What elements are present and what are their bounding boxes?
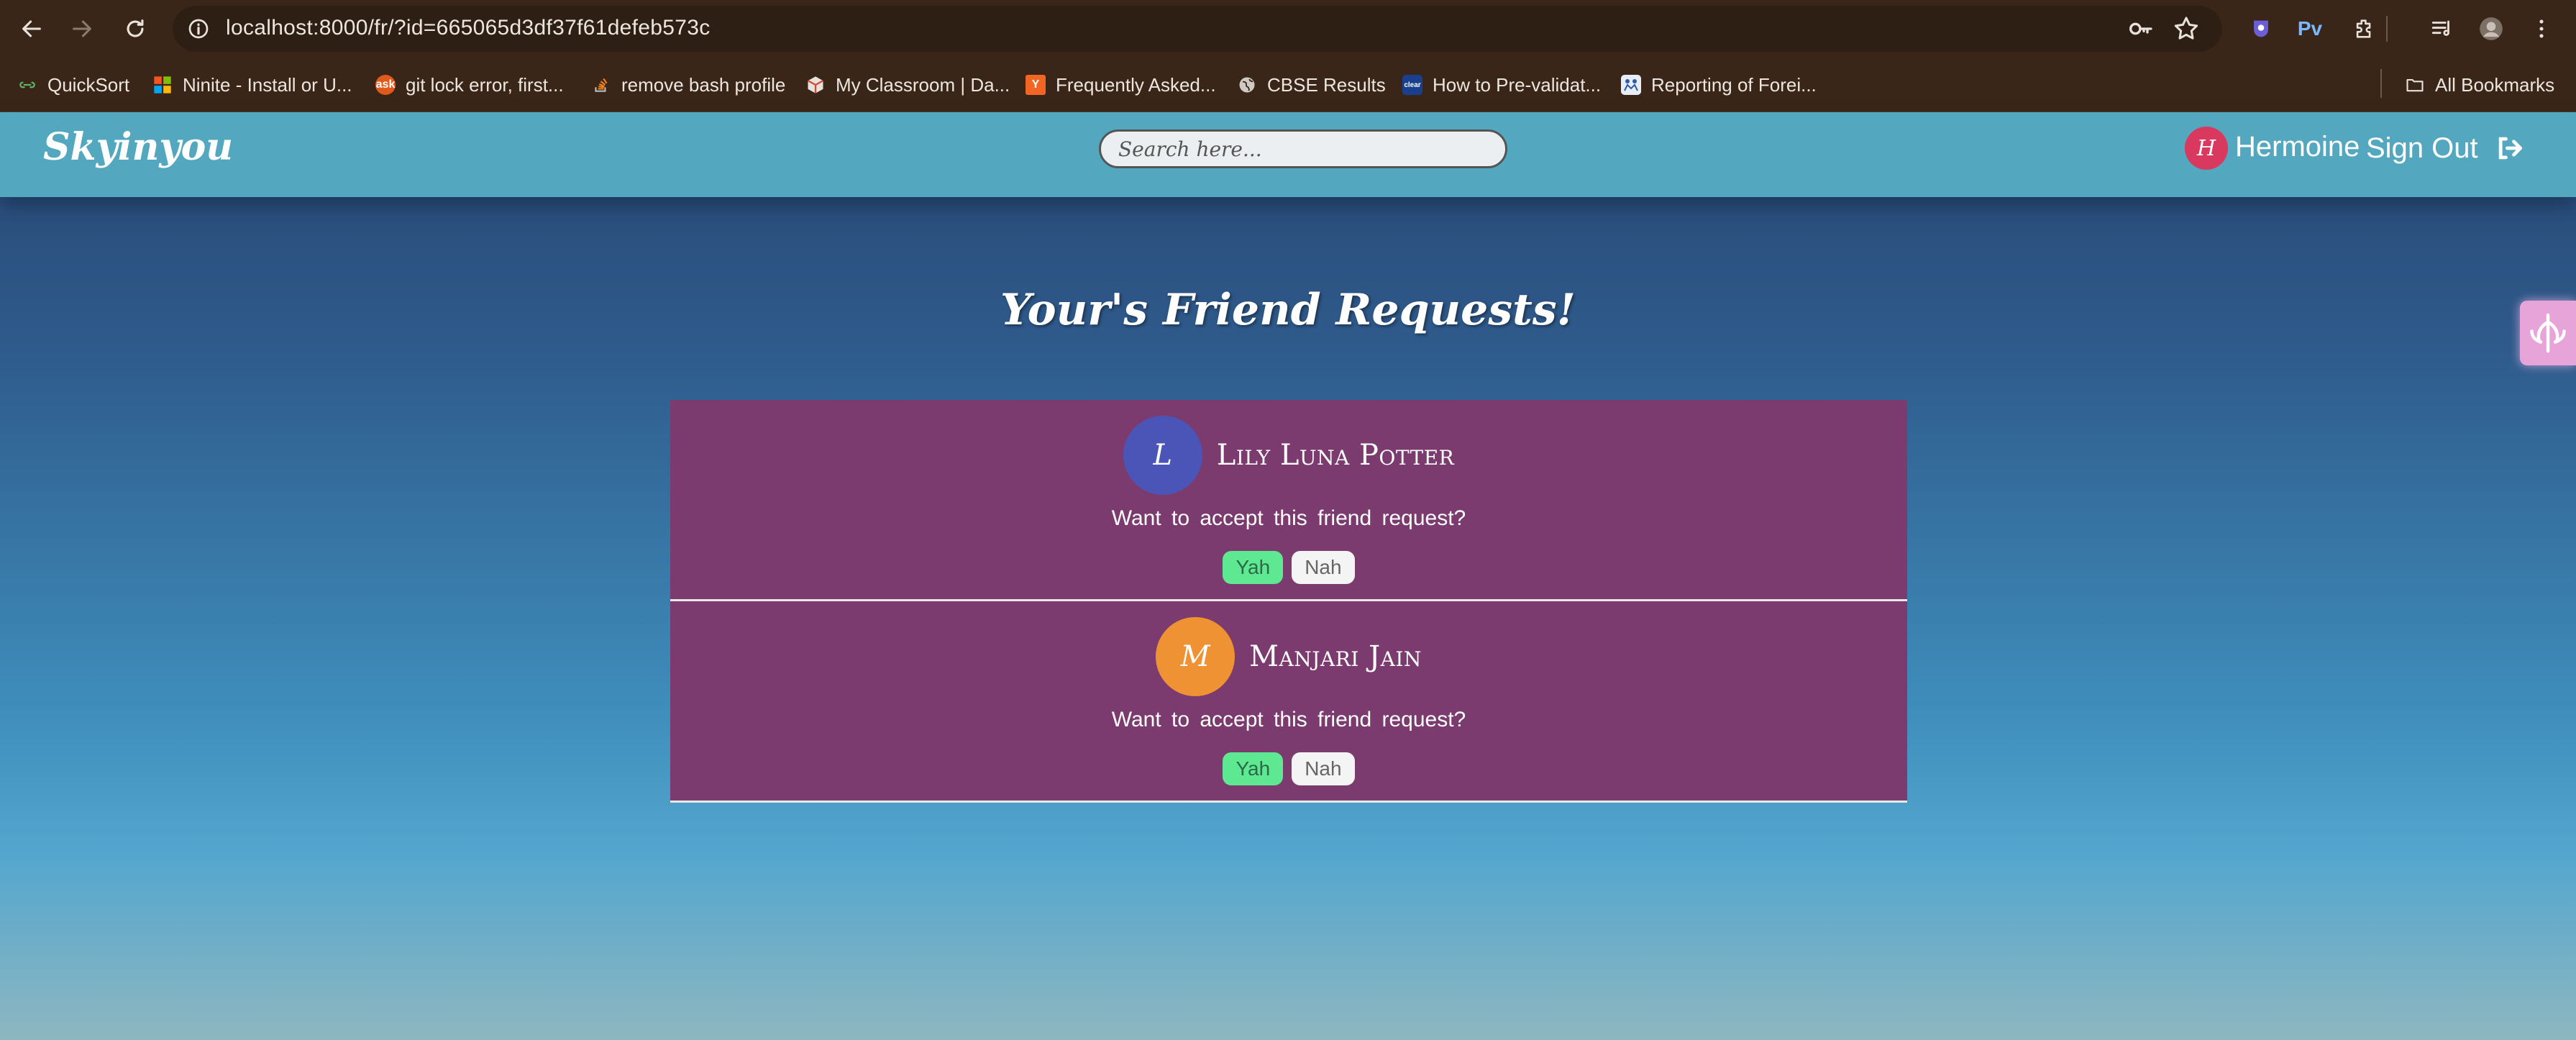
link-icon [17,75,37,95]
address-bar[interactable]: localhost:8000/fr/?id=665065d3df37f61def… [173,6,2222,52]
bookmark-item[interactable]: My Classroom | Da... [805,72,1010,98]
bookmark-star-icon[interactable] [2172,14,2201,43]
request-prompt: Want to accept this friend request? [1111,506,1466,530]
reject-button[interactable]: Nah [1292,551,1355,584]
reload-icon [127,19,144,37]
bookmark-item[interactable]: remove bash profile [591,72,785,98]
privacy-extension-icon[interactable] [2245,13,2277,45]
bookmarks-divider [2380,69,2382,98]
request-actions: Yah Nah [670,752,1907,785]
friend-request-card: L Lily Luna Potter Want to accept this f… [670,400,1907,601]
url-text[interactable]: localhost:8000/fr/?id=665065d3df37f61def… [226,16,711,40]
back-arrow-icon [22,20,41,37]
request-header: M Manjari Jain [670,617,1907,696]
bookmark-item[interactable]: Ninite - Install or U... [152,72,352,98]
menu-icon[interactable] [2526,13,2557,45]
windows-icon [152,75,173,95]
puzzle-icon[interactable] [2349,13,2380,45]
cleartax-icon: clear [1402,75,1422,95]
forward-arrow-icon [73,20,91,37]
back-button[interactable] [13,10,50,47]
bookmark-item[interactable]: Reporting of Forei... [1621,72,1817,98]
avatar[interactable]: H [2185,127,2228,170]
sign-out-icon[interactable] [2494,132,2529,164]
request-header: L Lily Luna Potter [670,416,1907,495]
friend-request-card: M Manjari Jain Want to accept this frien… [670,601,1907,803]
avatar: L [1123,416,1202,495]
y-icon: Y [1026,75,1046,95]
avatar: M [1156,617,1236,696]
request-actions: Yah Nah [670,551,1907,584]
accept-button[interactable]: Yah [1223,752,1284,785]
page-title: Your's Friend Requests! [1000,285,1576,335]
site-info-icon[interactable] [184,14,213,43]
media-icon[interactable] [2426,13,2458,45]
requester-name: Manjari Jain [1249,640,1422,673]
forward-button[interactable] [63,10,101,47]
friend-request-list: L Lily Luna Potter Want to accept this f… [670,400,1907,803]
bookmark-item[interactable]: QuickSort [17,72,129,98]
reject-button[interactable]: Nah [1292,752,1355,785]
page-body: Skyinyou H Hermoine Sign Out Your's Frie… [0,112,2576,1040]
sign-out-link[interactable]: Sign Out [2366,132,2478,165]
box-icon [805,75,826,95]
org-icon [1621,75,1641,95]
bookmark-item[interactable]: ask git lock error, first... [375,72,564,98]
stackoverflow-icon [591,75,611,95]
request-prompt: Want to accept this friend request? [1111,708,1466,731]
globe-icon [1237,75,1257,95]
pv-icon[interactable]: Pv [2294,13,2326,45]
reload-button[interactable] [117,10,154,47]
user-name[interactable]: Hermoine [2235,131,2360,163]
accept-button[interactable]: Yah [1223,551,1284,584]
requester-name: Lily Luna Potter [1216,439,1455,472]
browser-toolbar: localhost:8000/fr/?id=665065d3df37f61def… [0,0,2576,58]
bookmark-item[interactable]: clear How to Pre-validat... [1402,72,1601,98]
bookmark-item[interactable]: Y Frequently Asked... [1026,72,1216,98]
ask-icon: ask [375,75,396,95]
bookmarks-bar: QuickSort Ninite - Install or U... ask g… [0,58,2576,112]
brand-logo[interactable]: Skyinyou [43,125,233,169]
search-box [1099,129,1507,168]
all-bookmarks-folder[interactable]: All Bookmarks [2405,72,2554,98]
bookmark-item[interactable]: CBSE Results [1237,72,1386,98]
search-input[interactable] [1101,132,1505,166]
app-navbar: Skyinyou H Hermoine Sign Out [0,112,2576,197]
profile-icon[interactable] [2475,13,2507,45]
toolbar-divider [2386,16,2388,42]
password-key-icon[interactable] [2126,14,2155,43]
folder-icon [2405,75,2425,95]
